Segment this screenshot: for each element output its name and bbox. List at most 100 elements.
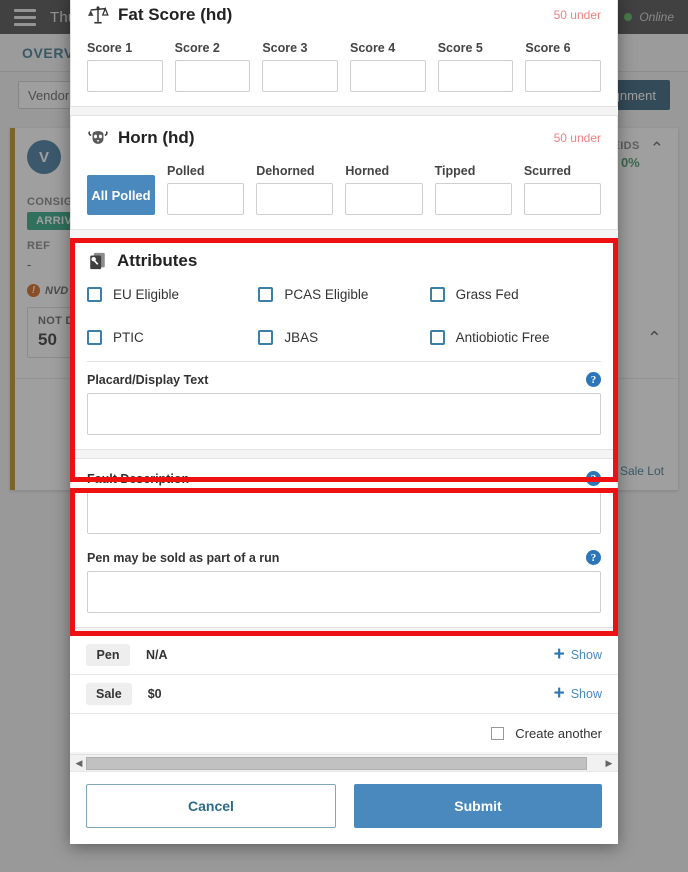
fault-label-row: Fault Description ? bbox=[87, 471, 601, 486]
field-label: Polled bbox=[167, 164, 205, 178]
checkbox-icon[interactable] bbox=[429, 330, 445, 345]
create-another-row[interactable]: Create another bbox=[70, 714, 618, 752]
checkbox-jbas[interactable]: JBAS bbox=[258, 330, 429, 345]
checkbox-grass-fed[interactable]: Grass Fed bbox=[429, 287, 601, 302]
checkbox-icon[interactable] bbox=[429, 287, 445, 302]
attributes-checkbox-grid: EU Eligible PCAS Eligible Grass Fed PTIC… bbox=[87, 287, 601, 345]
score-1-input[interactable] bbox=[87, 60, 163, 92]
attributes-title: Attributes bbox=[117, 251, 198, 270]
checkbox-label: JBAS bbox=[284, 330, 319, 345]
horizontal-scrollbar[interactable]: ◀ ▶ bbox=[70, 754, 618, 771]
fat-score-count: 50 under bbox=[553, 8, 601, 22]
fault-description-textarea[interactable] bbox=[87, 492, 601, 534]
polled-input[interactable] bbox=[167, 183, 245, 215]
fat-score-header: Fat Score (hd) 50 under bbox=[87, 5, 601, 25]
score-4-input[interactable] bbox=[350, 60, 426, 92]
score-6-input[interactable] bbox=[525, 60, 602, 92]
scurred-input[interactable] bbox=[523, 183, 602, 215]
horn-count: 50 under bbox=[553, 131, 601, 145]
score-3-input[interactable] bbox=[262, 60, 339, 92]
placard-label-row: Placard/Display Text ? bbox=[87, 372, 601, 387]
field-label: Horned bbox=[345, 164, 390, 178]
pen-show-label: Show bbox=[570, 648, 602, 662]
checkbox-eu-eligible[interactable]: EU Eligible bbox=[87, 287, 258, 302]
fat-score-title: Fat Score (hd) bbox=[118, 5, 233, 24]
sale-chip: Sale bbox=[86, 683, 132, 705]
sale-value: $0 bbox=[147, 687, 162, 701]
sale-row[interactable]: Sale $0 + Show bbox=[70, 675, 618, 714]
checkbox-label: EU Eligible bbox=[113, 287, 180, 302]
field-label: Score 2 bbox=[174, 41, 220, 55]
field-label: Dehorned bbox=[256, 164, 315, 178]
scrollbar-thumb[interactable] bbox=[86, 756, 587, 770]
sale-show-label: Show bbox=[570, 687, 602, 701]
help-icon[interactable]: ? bbox=[586, 550, 601, 565]
attributes-section: Attributes EU Eligible PCAS Eligible Gra… bbox=[70, 238, 618, 450]
modal-scroll-area[interactable]: Fat Score (hd) 50 under Score 1 Score 2 … bbox=[70, 0, 618, 754]
field-score-2: Score 2 bbox=[174, 41, 263, 92]
fault-section: Fault Description ? Pen may be sold as p… bbox=[70, 458, 618, 628]
field-dehorned: Dehorned bbox=[256, 164, 345, 215]
cattle-skull-icon bbox=[88, 131, 108, 144]
attributes-header: Attributes bbox=[87, 251, 601, 271]
horned-input[interactable] bbox=[345, 183, 423, 215]
fault-block: Fault Description ? bbox=[87, 471, 601, 534]
all-polled-button[interactable]: All Polled bbox=[87, 175, 155, 215]
checkbox-icon[interactable] bbox=[87, 330, 102, 345]
scroll-left-arrow-icon[interactable]: ◀ bbox=[72, 758, 86, 769]
submit-button[interactable]: Submit bbox=[354, 784, 602, 828]
fat-score-section: Fat Score (hd) 50 under Score 1 Score 2 … bbox=[70, 0, 618, 107]
score-5-input[interactable] bbox=[437, 60, 514, 92]
placard-block: Placard/Display Text ? bbox=[87, 362, 601, 435]
checkbox-antibiotic-free[interactable]: Antiobiotic Free bbox=[429, 330, 601, 345]
edit-pen-modal: Fat Score (hd) 50 under Score 1 Score 2 … bbox=[70, 0, 618, 844]
checkbox-label: Grass Fed bbox=[455, 287, 519, 302]
field-horned: Horned bbox=[345, 164, 434, 215]
pen-show-action[interactable]: + Show bbox=[554, 645, 602, 664]
placard-textarea[interactable] bbox=[87, 393, 601, 435]
field-label: Score 3 bbox=[262, 41, 308, 55]
field-score-6: Score 6 bbox=[525, 41, 602, 92]
checkbox-icon[interactable] bbox=[258, 330, 274, 345]
field-label: Score 1 bbox=[87, 41, 133, 55]
field-scurred: Scurred bbox=[523, 164, 602, 215]
scrollbar-track[interactable] bbox=[86, 756, 602, 770]
field-label: Tipped bbox=[434, 164, 476, 178]
field-score-1: Score 1 bbox=[87, 41, 175, 92]
help-icon[interactable]: ? bbox=[586, 372, 601, 387]
modal-footer: Cancel Submit bbox=[70, 771, 618, 844]
run-label-row: Pen may be sold as part of a run ? bbox=[87, 550, 601, 565]
run-textarea[interactable] bbox=[87, 571, 601, 613]
help-icon[interactable]: ? bbox=[586, 471, 601, 486]
create-another-label: Create another bbox=[515, 725, 602, 741]
horn-section: Horn (hd) 50 under All Polled Polled Deh… bbox=[70, 115, 618, 230]
run-label: Pen may be sold as part of a run bbox=[87, 550, 280, 565]
horn-title: Horn (hd) bbox=[118, 128, 195, 147]
checkbox-ptic[interactable]: PTIC bbox=[87, 330, 258, 345]
field-label: Scurred bbox=[523, 164, 572, 178]
pen-value: N/A bbox=[146, 648, 168, 662]
create-another-checkbox-icon[interactable] bbox=[491, 726, 505, 740]
fat-score-fields: Score 1 Score 2 Score 3 Score 4 Score 5 bbox=[87, 41, 602, 92]
run-block: Pen may be sold as part of a run ? bbox=[87, 534, 601, 613]
plus-icon: + bbox=[553, 683, 565, 704]
horn-fields: All Polled Polled Dehorned Horned Tipped bbox=[87, 164, 602, 215]
pen-row[interactable]: Pen N/A + Show bbox=[70, 636, 618, 675]
placard-label: Placard/Display Text bbox=[87, 372, 209, 387]
checkbox-icon[interactable] bbox=[87, 287, 102, 302]
field-label: Score 6 bbox=[525, 41, 571, 55]
cancel-button[interactable]: Cancel bbox=[86, 784, 336, 828]
tipped-input[interactable] bbox=[434, 183, 512, 215]
checkbox-pcas-eligible[interactable]: PCAS Eligible bbox=[258, 287, 429, 302]
fault-description-label: Fault Description bbox=[87, 471, 190, 486]
checkbox-label: PCAS Eligible bbox=[284, 287, 369, 302]
scroll-right-arrow-icon[interactable]: ▶ bbox=[602, 758, 616, 769]
sale-show-action[interactable]: + Show bbox=[553, 683, 602, 704]
dehorned-input[interactable] bbox=[256, 183, 334, 215]
score-2-input[interactable] bbox=[174, 60, 251, 92]
field-score-4: Score 4 bbox=[350, 41, 438, 92]
field-score-5: Score 5 bbox=[437, 41, 526, 92]
checkbox-label: Antiobiotic Free bbox=[455, 330, 550, 345]
field-label: Score 4 bbox=[350, 41, 396, 55]
checkbox-icon[interactable] bbox=[258, 287, 274, 302]
